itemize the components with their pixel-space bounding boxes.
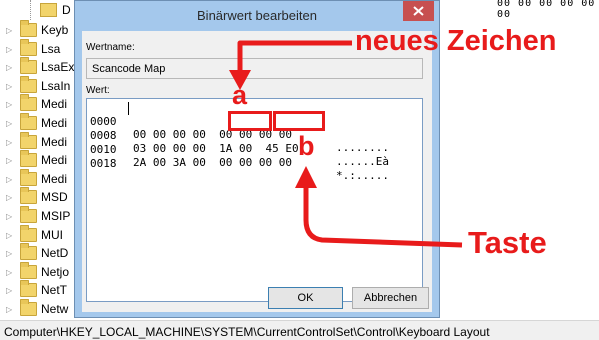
arrow-to-a bbox=[237, 40, 352, 72]
annotation-new-char: neues Zeichen bbox=[355, 25, 557, 57]
annotation-marker-a: a bbox=[232, 80, 248, 110]
arrow-to-b bbox=[303, 186, 463, 248]
annotation-key: Taste bbox=[468, 225, 547, 260]
annotation-marker-b: b bbox=[298, 131, 315, 161]
arrow-head-b bbox=[295, 166, 317, 188]
